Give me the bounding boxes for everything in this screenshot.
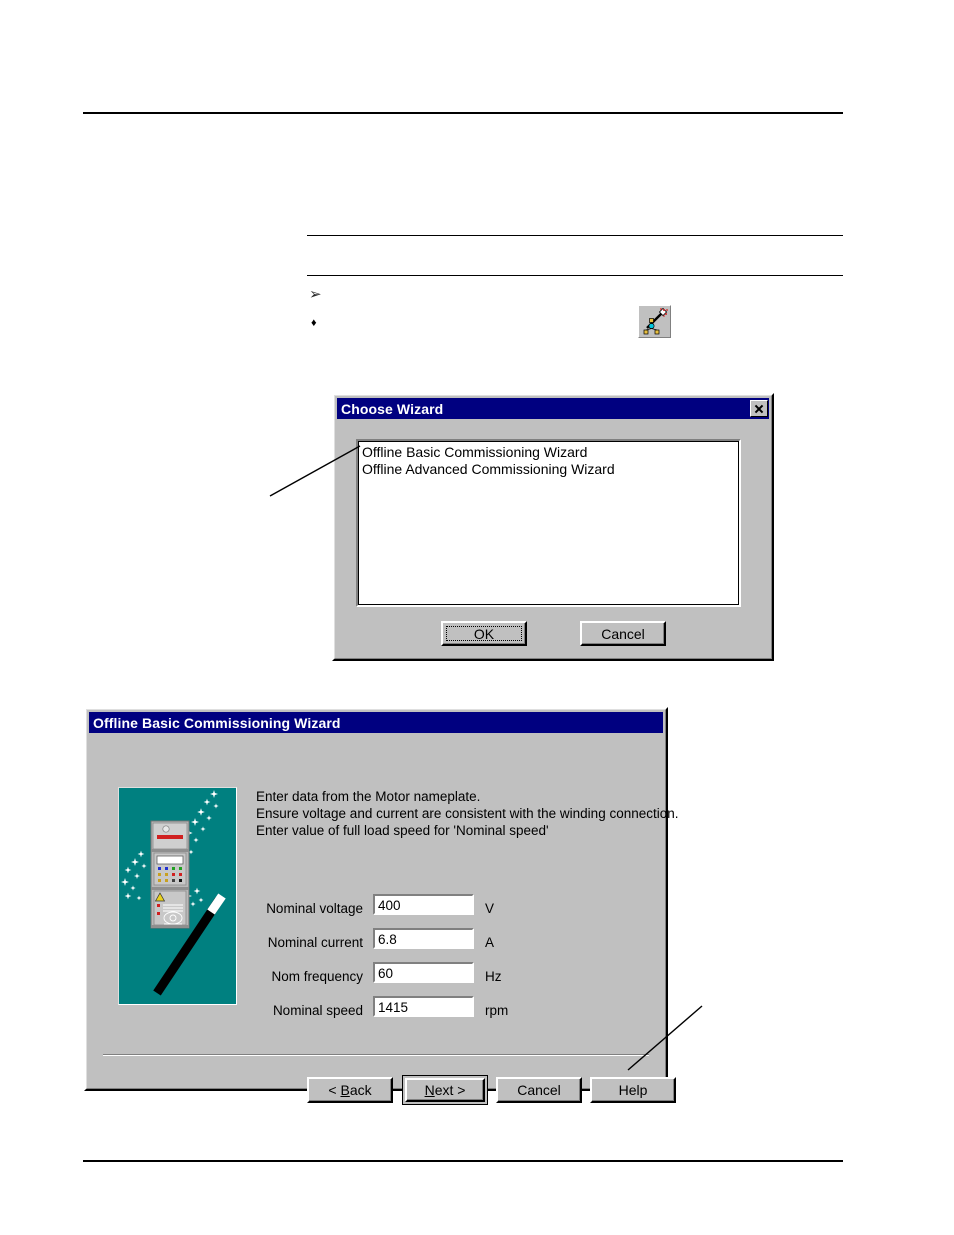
back-button[interactable]: < Back — [307, 1077, 393, 1103]
cancel-button-label: Cancel — [517, 1082, 561, 1098]
section-rule-bottom — [307, 275, 843, 276]
help-button[interactable]: Help — [590, 1077, 676, 1103]
nominal-voltage-input[interactable] — [373, 894, 474, 915]
wizard-graphic-svg — [119, 788, 236, 1004]
wizard-listbox[interactable]: Offline Basic Commissioning Wizard Offli… — [356, 439, 741, 607]
next-button[interactable]: Next > — [402, 1075, 488, 1105]
nominal-voltage-label: Nominal voltage — [266, 901, 363, 916]
wizard-body: Enter data from the Motor nameplate. Ens… — [89, 736, 679, 1105]
diamond-bullet-icon: ♦ — [311, 317, 317, 329]
wizard-title: Offline Basic Commissioning Wizard — [93, 714, 341, 731]
button-face: Next > — [405, 1078, 485, 1102]
help-button-label: Help — [618, 1082, 648, 1098]
ok-button[interactable]: OK — [441, 621, 527, 646]
nominal-current-unit: A — [485, 935, 495, 950]
choose-wizard-title: Choose Wizard — [341, 400, 444, 417]
nominal-current-input[interactable] — [373, 928, 474, 949]
ok-button-label: OK — [473, 625, 495, 642]
nominal-current-label: Nominal current — [267, 935, 363, 950]
instruction-line: Ensure voltage and current are consisten… — [256, 806, 679, 821]
arrow-bullet-icon: ➢ — [309, 286, 322, 303]
wizard-instructions: Enter data from the Motor nameplate. Ens… — [256, 788, 679, 839]
offline-basic-commissioning-wizard-dialog: Offline Basic Commissioning Wizard Enter… — [84, 707, 679, 1105]
wizard-separator — [103, 1054, 649, 1056]
nominal-speed-unit: rpm — [485, 1003, 509, 1018]
cancel-button[interactable]: Cancel — [496, 1077, 582, 1103]
form-row-nom-frequency: Nom frequency Hz — [256, 962, 616, 996]
form-row-nominal-voltage: Nominal voltage V — [256, 894, 616, 928]
nominal-voltage-unit: V — [485, 901, 495, 916]
instruction-line: Enter data from the Motor nameplate. — [256, 789, 481, 804]
choose-wizard-dialog: Choose Wizard Offline Basic Commissionin… — [332, 393, 774, 661]
page-header-rule — [83, 112, 843, 114]
cancel-button[interactable]: Cancel — [580, 621, 666, 646]
nom-frequency-input[interactable] — [373, 962, 474, 983]
choose-wizard-titlebar: Choose Wizard — [337, 398, 769, 419]
list-item[interactable]: Offline Advanced Commissioning Wizard — [360, 461, 737, 478]
drive-cabinet — [150, 820, 190, 929]
drive-and-magic-wand-illustration — [118, 787, 237, 1005]
form-row-nominal-speed: Nominal speed rpm — [256, 996, 616, 1030]
magic-wand-icon — [639, 306, 670, 337]
close-icon[interactable] — [750, 400, 768, 417]
list-item[interactable]: Offline Basic Commissioning Wizard — [360, 444, 737, 461]
wizard-titlebar: Offline Basic Commissioning Wizard — [89, 712, 663, 733]
nominal-speed-label: Nominal speed — [272, 1003, 363, 1018]
motor-nameplate-form: Nominal voltage V Nominal current A Nom … — [256, 894, 616, 1030]
page-footer-rule — [83, 1160, 843, 1162]
commissioning-wizard-toolbar-icon[interactable] — [638, 305, 671, 338]
next-button-label: Next > — [424, 1082, 466, 1098]
form-row-nominal-current: Nominal current A — [256, 928, 616, 962]
back-button-label: < Back — [328, 1082, 372, 1098]
instruction-line: Enter value of full load speed for 'Nomi… — [256, 823, 549, 838]
nominal-speed-input[interactable] — [373, 996, 474, 1017]
section-rule-top — [307, 235, 843, 236]
nom-frequency-unit: Hz — [485, 969, 502, 984]
cancel-button-label: Cancel — [601, 625, 645, 642]
nom-frequency-label: Nom frequency — [271, 969, 363, 984]
